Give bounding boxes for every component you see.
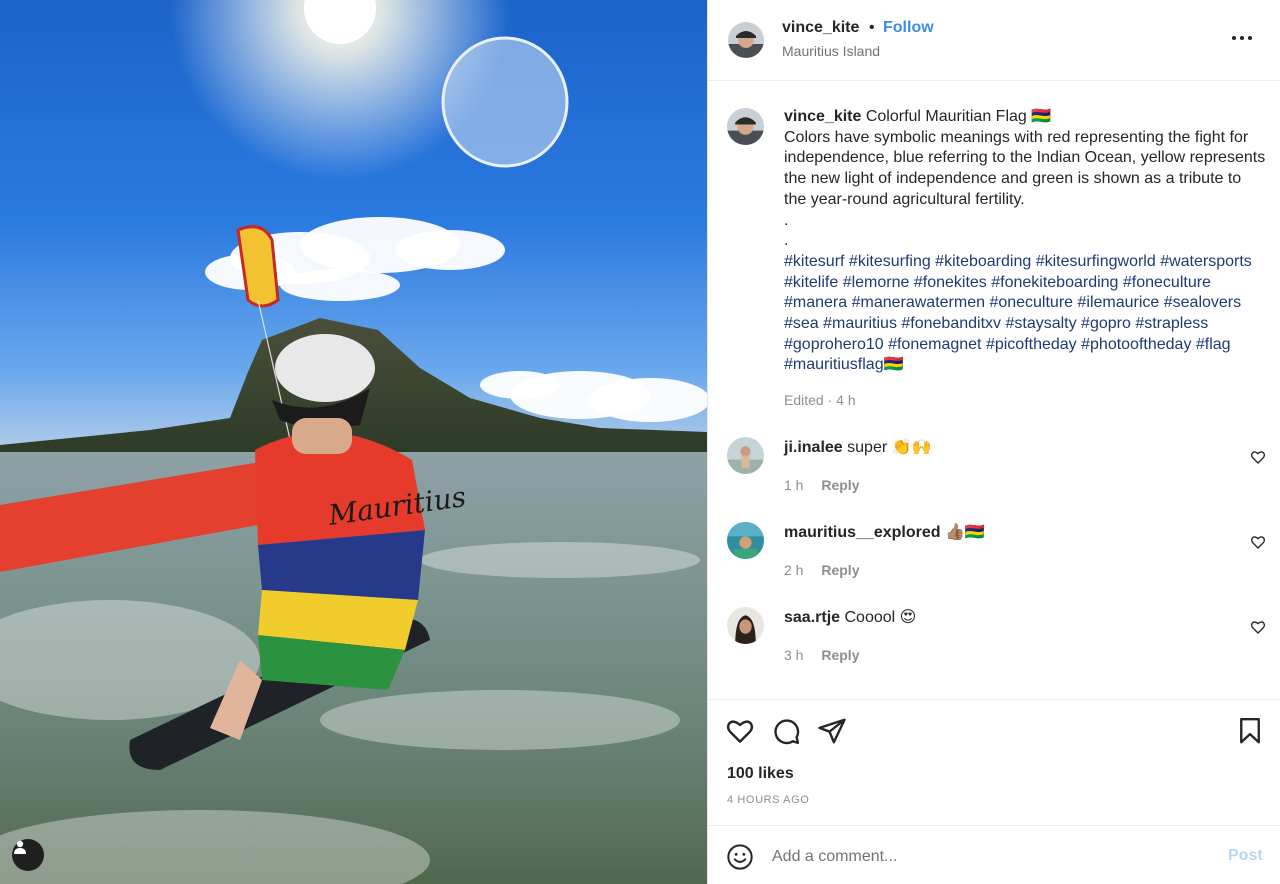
avatar-image (727, 108, 764, 145)
comment-time: 1 h (784, 477, 804, 493)
comment-time: 3 h (784, 647, 804, 663)
kitesurf-photo-illustration: Mauritius (0, 0, 707, 884)
reply-button[interactable]: Reply (821, 562, 859, 578)
commenter-avatar[interactable] (727, 437, 764, 474)
comment-line: ji.inalee super 👏🙌 (784, 437, 931, 457)
commenter-avatar[interactable] (727, 522, 764, 559)
caption-dot-1: . (784, 211, 789, 229)
caption-username[interactable]: vince_kite (784, 108, 861, 125)
more-horizontal-icon (1232, 36, 1252, 40)
comment-text: super 👏🙌 (847, 439, 932, 456)
comment-item: mauritius__explored 👍🏽🇲🇺 2 h Reply (708, 522, 1280, 606)
caption-title: Colorful Mauritian Flag 🇲🇺 (865, 108, 1052, 125)
emoji-button[interactable] (726, 843, 754, 871)
author-username[interactable]: vince_kite (782, 19, 859, 37)
likes-count[interactable]: 100 likes (727, 765, 794, 783)
author-avatar[interactable] (728, 22, 764, 58)
avatar-image (727, 607, 764, 644)
avatar-image (728, 22, 764, 58)
comment-icon (774, 719, 800, 745)
heart-icon (726, 720, 754, 743)
caption-body: Colors have symbolic meanings with red r… (784, 128, 1266, 208)
comment-like-button[interactable] (1250, 619, 1266, 635)
comment-username[interactable]: mauritius__explored (784, 524, 941, 541)
person-icon (14, 840, 26, 854)
comment-meta: 2 h Reply (784, 562, 859, 578)
caption-edited-time: Edited · 4 h (784, 392, 856, 408)
caption-author-avatar[interactable] (727, 108, 764, 145)
post-photo[interactable]: Mauritius (0, 0, 707, 884)
comment-item: saa.rtje Cooool 😍 3 h Reply (708, 607, 1280, 691)
emoji-icon (727, 844, 753, 870)
comment-text: 👍🏽🇲🇺 (944, 524, 985, 541)
post-actions: 100 likes 4 HOURS AGO (708, 699, 1280, 825)
photo-user-tag-button[interactable] (12, 839, 44, 871)
post-side-panel: vince_kite • Follow Mauritius Island vin… (707, 0, 1280, 884)
post-time: 4 HOURS AGO (727, 794, 810, 806)
post-location[interactable]: Mauritius Island (782, 43, 880, 59)
comment-text: Cooool 😍 (844, 609, 917, 626)
caption-hashtags[interactable]: #kitesurf #kitesurfing #kiteboarding #ki… (784, 253, 1252, 374)
comment-meta: 1 h Reply (784, 477, 859, 493)
comment-button[interactable] (771, 716, 801, 746)
comment-item: ji.inalee super 👏🙌 1 h Reply (708, 437, 1280, 521)
separator-dot: • (869, 19, 875, 36)
comments-feed[interactable]: vince_kite Colorful Mauritian Flag 🇲🇺 Co… (708, 81, 1280, 699)
commenter-avatar[interactable] (727, 607, 764, 644)
add-comment-bar: Post (708, 825, 1280, 884)
comment-input[interactable] (772, 842, 1202, 872)
bookmark-icon (1240, 717, 1260, 744)
comment-username[interactable]: saa.rtje (784, 609, 840, 626)
follow-button[interactable]: Follow (883, 19, 934, 37)
comment-meta: 3 h Reply (784, 647, 859, 663)
comment-like-button[interactable] (1250, 534, 1266, 550)
reply-button[interactable]: Reply (821, 477, 859, 493)
share-button[interactable] (817, 716, 847, 746)
caption-text: vince_kite Colorful Mauritian Flag 🇲🇺 Co… (784, 107, 1266, 376)
post-header: vince_kite • Follow Mauritius Island (708, 0, 1280, 81)
save-button[interactable] (1235, 716, 1265, 746)
post-comment-button[interactable]: Post (1228, 847, 1263, 865)
reply-button[interactable]: Reply (821, 647, 859, 663)
like-button[interactable] (725, 716, 755, 746)
comment-line: saa.rtje Cooool 😍 (784, 607, 916, 627)
comment-line: mauritius__explored 👍🏽🇲🇺 (784, 522, 985, 542)
heart-icon (1250, 621, 1266, 634)
heart-icon (1250, 536, 1266, 549)
share-icon (818, 718, 846, 744)
heart-icon (1250, 451, 1266, 464)
comment-username[interactable]: ji.inalee (784, 439, 843, 456)
more-options-button[interactable] (1228, 26, 1256, 50)
caption-dot-2: . (784, 232, 789, 250)
avatar-image (727, 522, 764, 559)
comment-like-button[interactable] (1250, 449, 1266, 465)
avatar-image (727, 437, 764, 474)
comment-time: 2 h (784, 562, 804, 578)
